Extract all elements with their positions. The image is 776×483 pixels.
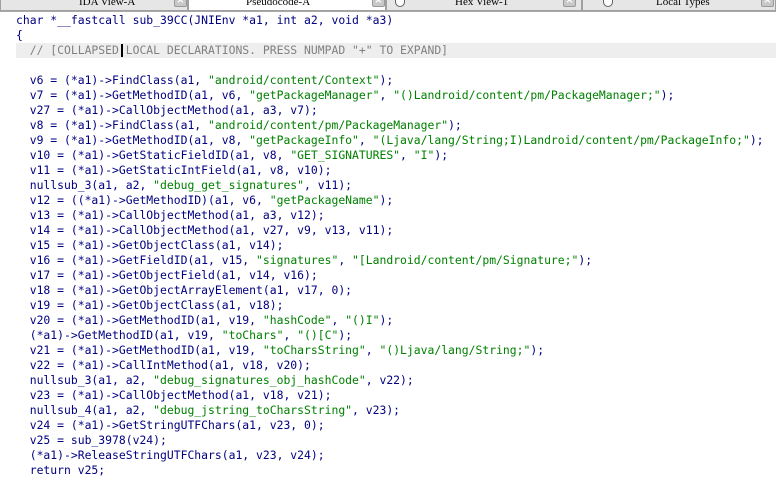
code-line[interactable]: nullsub_3(a1, a2, "debug_get_signatures"…: [16, 178, 352, 193]
tab-label: Pseudocode-A: [246, 0, 311, 8]
tab-label: IDA View-A: [79, 0, 136, 8]
code-line[interactable]: v8 = (*a1)->FindClass(a1, "android/conte…: [16, 118, 462, 133]
code-line[interactable]: v12 = ((*a1)->GetMethodID)(a1, v6, "getP…: [16, 193, 394, 208]
code-line[interactable]: nullsub_3(a1, a2, "debug_signatures_obj_…: [16, 373, 414, 388]
code-line[interactable]: v7 = (*a1)->GetMethodID(a1, v6, "getPack…: [16, 88, 675, 103]
code-line[interactable]: v19 = (*a1)->GetObjectClass(a1, v18);: [16, 298, 284, 313]
tab-bar: IDA View-A × Pseudocode-A × Hex View-1 ×…: [0, 0, 776, 12]
code-line[interactable]: v18 = (*a1)->GetObjectArrayElement(a1, v…: [16, 283, 352, 298]
code-line[interactable]: v17 = (*a1)->GetObjectField(a1, v14, v16…: [16, 268, 318, 283]
types-icon: [603, 0, 613, 7]
tab-label: Local Types: [656, 0, 710, 8]
code-line[interactable]: v10 = (*a1)->GetStaticFieldID(a1, v8, "G…: [16, 148, 448, 163]
hex-icon: [395, 0, 405, 7]
code-line[interactable]: v13 = (*a1)->CallObjectMethod(a1, a3, v1…: [16, 208, 325, 223]
close-icon[interactable]: ×: [372, 0, 385, 7]
code-line[interactable]: v21 = (*a1)->GetMethodID(a1, v19, "toCha…: [16, 343, 544, 358]
close-icon[interactable]: ×: [761, 0, 774, 7]
code-line[interactable]: v11 = (*a1)->GetStaticIntField(a1, v8, v…: [16, 163, 332, 178]
code-line[interactable]: v6 = (*a1)->FindClass(a1, "android/conte…: [16, 73, 394, 88]
code-line[interactable]: v25 = sub_3978(v24);: [16, 433, 167, 448]
tab-pseudocode[interactable]: Pseudocode-A ×: [188, 0, 386, 11]
code-line[interactable]: return v25;: [16, 463, 105, 478]
code-line[interactable]: v24 = (*a1)->GetStringUTFChars(a1, v23, …: [16, 418, 325, 433]
code-line[interactable]: char *__fastcall sub_39CC(JNIEnv *a1, in…: [16, 13, 393, 28]
tab-hex-view[interactable]: Hex View-1 ×: [386, 0, 582, 11]
code-line[interactable]: v14 = (*a1)->CallObjectMethod(a1, v27, v…: [16, 223, 393, 238]
code-line[interactable]: nullsub_4(a1, a2, "debug_jstring_toChars…: [16, 403, 400, 418]
collapsed-declarations[interactable]: // [COLLAPSED LOCAL DECLARATIONS. PRESS …: [16, 43, 776, 58]
code-line[interactable]: v23 = (*a1)->CallObjectMethod(a1, v18, v…: [16, 388, 332, 403]
code-line[interactable]: v27 = (*a1)->CallObjectMethod(a1, a3, v7…: [16, 103, 318, 118]
pseudocode-view[interactable]: char *__fastcall sub_39CC(JNIEnv *a1, in…: [0, 13, 776, 483]
close-icon[interactable]: ×: [563, 0, 576, 7]
tab-local-types[interactable]: Local Types ×: [582, 0, 776, 11]
code-line[interactable]: v16 = (*a1)->GetFieldID(a1, v15, "signat…: [16, 253, 592, 268]
text-cursor: [121, 44, 123, 57]
tab-ida-view[interactable]: IDA View-A ×: [0, 0, 188, 11]
code-line[interactable]: (*a1)->GetMethodID(a1, v19, "toChars", "…: [16, 328, 352, 343]
code-line[interactable]: {: [16, 28, 23, 43]
code-line[interactable]: v15 = (*a1)->GetObjectClass(a1, v14);: [16, 238, 284, 253]
close-icon[interactable]: ×: [174, 0, 187, 7]
code-line[interactable]: v9 = (*a1)->GetMethodID(a1, v8, "getPack…: [16, 133, 764, 148]
code-line[interactable]: v20 = (*a1)->GetMethodID(a1, v19, "hashC…: [16, 313, 394, 328]
code-line[interactable]: (*a1)->ReleaseStringUTFChars(a1, v23, v2…: [16, 448, 325, 463]
tab-label: Hex View-1: [455, 0, 509, 8]
code-line[interactable]: v22 = (*a1)->CallIntMethod(a1, v18, v20)…: [16, 358, 311, 373]
